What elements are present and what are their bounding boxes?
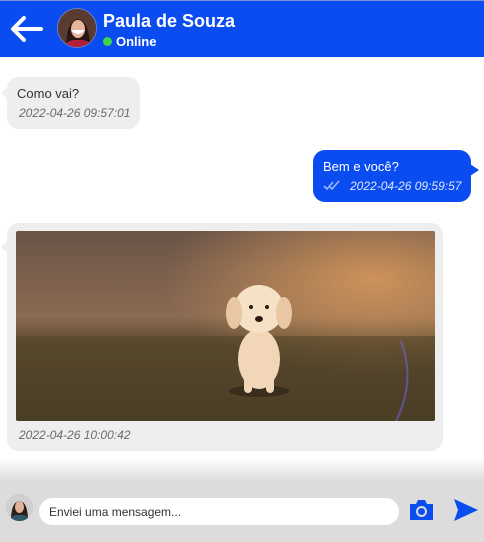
bubble-tail	[1, 241, 8, 253]
contact-avatar[interactable]	[57, 8, 97, 48]
send-icon[interactable]	[453, 498, 479, 522]
message-composer	[0, 480, 484, 542]
message-timestamp: 2022-04-26 09:57:01	[19, 106, 131, 120]
online-dot-icon	[103, 37, 112, 46]
message-list[interactable]: Como vai? 2022-04-26 09:57:01 Bem e você…	[0, 57, 484, 479]
camera-icon[interactable]	[408, 498, 435, 522]
contact-status: Online	[103, 34, 156, 49]
message-text: Como vai?	[17, 86, 80, 101]
message-timestamp: 2022-04-26 09:59:57	[350, 179, 462, 193]
my-avatar	[6, 494, 33, 521]
scroll-shadow	[0, 458, 484, 480]
contact-name: Paula de Souza	[103, 11, 236, 31]
back-arrow-icon[interactable]	[6, 9, 46, 49]
message-timestamp: 2022-04-26 10:00:42	[19, 428, 131, 442]
status-label: Online	[116, 34, 157, 49]
chat-header: Paula de Souza Online	[0, 0, 484, 57]
message-bubble-image: 2022-04-26 10:00:42	[1, 223, 443, 451]
bubble-tail	[470, 164, 479, 176]
message-bubble-outgoing: Bem e você? 2022-04-26 09:59:57	[313, 150, 479, 202]
message-text: Bem e você?	[323, 159, 399, 174]
message-input[interactable]	[39, 498, 399, 525]
double-check-icon	[323, 178, 343, 191]
message-bubble-incoming: Como vai? 2022-04-26 09:57:01	[1, 77, 140, 129]
bubble-tail	[1, 87, 8, 99]
puppy-running-photo[interactable]	[16, 231, 435, 421]
